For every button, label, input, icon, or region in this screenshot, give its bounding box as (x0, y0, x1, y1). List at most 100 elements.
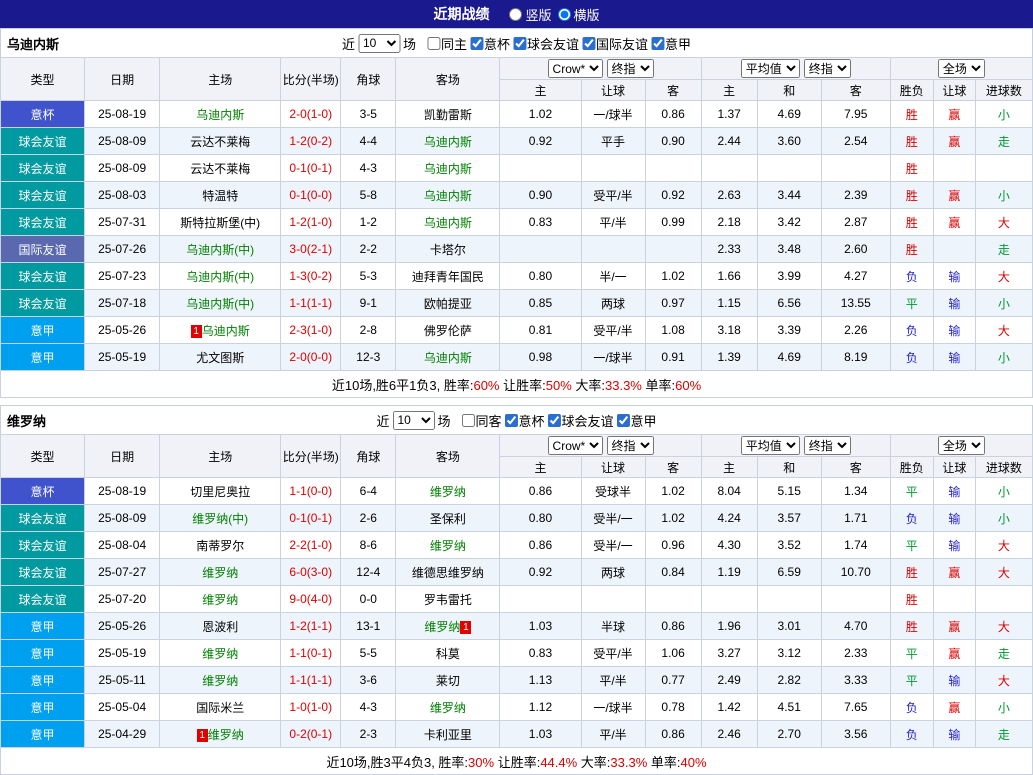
home-team-cell[interactable]: 1乌迪内斯 (160, 317, 281, 344)
score-cell[interactable]: 0-2(0-1) (281, 721, 341, 748)
filter-checkbox-option[interactable]: 意杯 (470, 34, 510, 53)
away-team-cell[interactable]: 乌迪内斯 (396, 155, 500, 182)
home-team-cell[interactable]: 特温特 (160, 182, 281, 209)
home-team-cell[interactable]: 恩波利 (160, 613, 281, 640)
score-cell[interactable]: 1-0(1-0) (281, 694, 341, 721)
home-team-cell[interactable]: 云达不莱梅 (160, 128, 281, 155)
away-team-cell[interactable]: 罗韦雷托 (396, 586, 500, 613)
scope-select[interactable]: 全场 (938, 436, 985, 455)
away-team-cell[interactable]: 维罗纳1 (396, 613, 500, 640)
odds-source-select[interactable]: Crow* (548, 436, 603, 455)
match-type-badge: 意甲 (1, 344, 85, 371)
filter-checkbox-option[interactable]: 意杯 (505, 411, 545, 430)
filter-checkbox[interactable] (651, 37, 664, 50)
filter-checkbox-option[interactable]: 同客 (461, 411, 501, 430)
away-team-cell[interactable]: 莱切 (396, 667, 500, 694)
summary-text: 60% (675, 378, 701, 393)
home-team-cell[interactable]: 云达不莱梅 (160, 155, 281, 182)
odds-cell: 一/球半 (581, 694, 645, 721)
result-cell: 输 (933, 505, 975, 532)
score-cell[interactable]: 1-2(0-2) (281, 128, 341, 155)
score-cell[interactable]: 0-1(0-1) (281, 155, 341, 182)
score-cell[interactable]: 2-0(1-0) (281, 101, 341, 128)
home-team-cell[interactable]: 维罗纳 (160, 559, 281, 586)
home-team-cell[interactable]: 斯特拉斯堡(中) (160, 209, 281, 236)
filter-checkbox-option[interactable]: 意甲 (651, 34, 691, 53)
filter-checkbox[interactable] (513, 37, 526, 50)
away-team-cell[interactable]: 维罗纳 (396, 478, 500, 505)
filter-checkbox[interactable] (470, 37, 483, 50)
score-cell[interactable]: 1-1(1-1) (281, 290, 341, 317)
away-team-cell[interactable]: 乌迪内斯 (396, 344, 500, 371)
away-team-cell[interactable]: 圣保利 (396, 505, 500, 532)
filter-checkbox-option[interactable]: 球会友谊 (513, 34, 579, 53)
home-team-cell[interactable]: 维罗纳 (160, 640, 281, 667)
scope-select[interactable]: 全场 (938, 59, 985, 78)
away-team-cell[interactable]: 科莫 (396, 640, 500, 667)
filter-checkbox-option[interactable]: 球会友谊 (548, 411, 614, 430)
filter-checkbox[interactable] (461, 414, 474, 427)
score-cell[interactable]: 2-0(0-0) (281, 344, 341, 371)
home-team-cell[interactable]: 国际米兰 (160, 694, 281, 721)
score-cell[interactable]: 1-1(1-1) (281, 667, 341, 694)
home-team-cell[interactable]: 乌迪内斯(中) (160, 236, 281, 263)
away-team-cell[interactable]: 凯勤雷斯 (396, 101, 500, 128)
home-team-cell[interactable]: 乌迪内斯(中) (160, 290, 281, 317)
filter-checkbox-option[interactable]: 同主 (427, 34, 467, 53)
away-team-cell[interactable]: 欧帕提亚 (396, 290, 500, 317)
filter-checkbox-option[interactable]: 国际友谊 (582, 34, 648, 53)
games-count-select[interactable]: 10 (358, 34, 400, 53)
layout-option-horizontal[interactable]: 横版 (558, 5, 600, 24)
score-cell[interactable]: 1-1(0-1) (281, 640, 341, 667)
home-team-cell[interactable]: 维罗纳 (160, 586, 281, 613)
score-cell[interactable]: 6-0(3-0) (281, 559, 341, 586)
away-team-cell[interactable]: 佛罗伦萨 (396, 317, 500, 344)
home-team-cell[interactable]: 尤文图斯 (160, 344, 281, 371)
filter-checkbox[interactable] (582, 37, 595, 50)
home-team-cell[interactable]: 切里尼奥拉 (160, 478, 281, 505)
score-cell[interactable]: 1-2(1-0) (281, 209, 341, 236)
away-team-cell[interactable]: 乌迪内斯 (396, 128, 500, 155)
away-team-cell[interactable]: 乌迪内斯 (396, 209, 500, 236)
filter-checkbox-option[interactable]: 意甲 (617, 411, 657, 430)
home-team-cell[interactable]: 维罗纳 (160, 667, 281, 694)
home-team-cell[interactable]: 乌迪内斯 (160, 101, 281, 128)
away-team-cell[interactable]: 乌迪内斯 (396, 182, 500, 209)
games-count-select[interactable]: 10 (392, 411, 434, 430)
score-cell[interactable]: 2-2(1-0) (281, 532, 341, 559)
match-type-badge: 意杯 (1, 101, 85, 128)
filter-checkbox[interactable] (427, 37, 440, 50)
avg-source-select[interactable]: 平均值 (741, 436, 800, 455)
away-team-cell[interactable]: 维德思维罗纳 (396, 559, 500, 586)
score-cell[interactable]: 3-0(2-1) (281, 236, 341, 263)
odds-stage-select[interactable]: 终指 (607, 436, 654, 455)
home-team-cell[interactable]: 维罗纳(中) (160, 505, 281, 532)
layout-option-vertical[interactable]: 竖版 (509, 5, 551, 24)
score-cell[interactable]: 1-2(1-1) (281, 613, 341, 640)
odds-stage-select[interactable]: 终指 (607, 59, 654, 78)
avg-stage-select[interactable]: 终指 (804, 59, 851, 78)
score-cell[interactable]: 9-0(4-0) (281, 586, 341, 613)
filter-checkbox[interactable] (617, 414, 630, 427)
avg-source-select[interactable]: 平均值 (741, 59, 800, 78)
score-cell[interactable]: 1-3(0-2) (281, 263, 341, 290)
away-team-cell[interactable]: 维罗纳 (396, 532, 500, 559)
score-cell[interactable]: 0-1(0-1) (281, 505, 341, 532)
score-cell[interactable]: 0-1(0-0) (281, 182, 341, 209)
away-team-cell[interactable]: 卡塔尔 (396, 236, 500, 263)
away-team-cell[interactable]: 卡利亚里 (396, 721, 500, 748)
away-team-cell[interactable]: 迪拜青年国民 (396, 263, 500, 290)
home-team-cell[interactable]: 南蒂罗尔 (160, 532, 281, 559)
home-team-cell[interactable]: 1维罗纳 (160, 721, 281, 748)
avg-stage-select[interactable]: 终指 (804, 436, 851, 455)
score-cell[interactable]: 1-1(0-0) (281, 478, 341, 505)
filter-checkbox[interactable] (505, 414, 518, 427)
home-team-cell[interactable]: 乌迪内斯(中) (160, 263, 281, 290)
score-cell[interactable]: 2-3(1-0) (281, 317, 341, 344)
odds-source-select[interactable]: Crow* (548, 59, 603, 78)
vertical-layout-radio[interactable] (509, 8, 522, 21)
horizontal-layout-radio[interactable] (558, 8, 571, 21)
filter-checkbox[interactable] (548, 414, 561, 427)
games-suffix-label: 场 (403, 34, 416, 53)
away-team-cell[interactable]: 维罗纳 (396, 694, 500, 721)
